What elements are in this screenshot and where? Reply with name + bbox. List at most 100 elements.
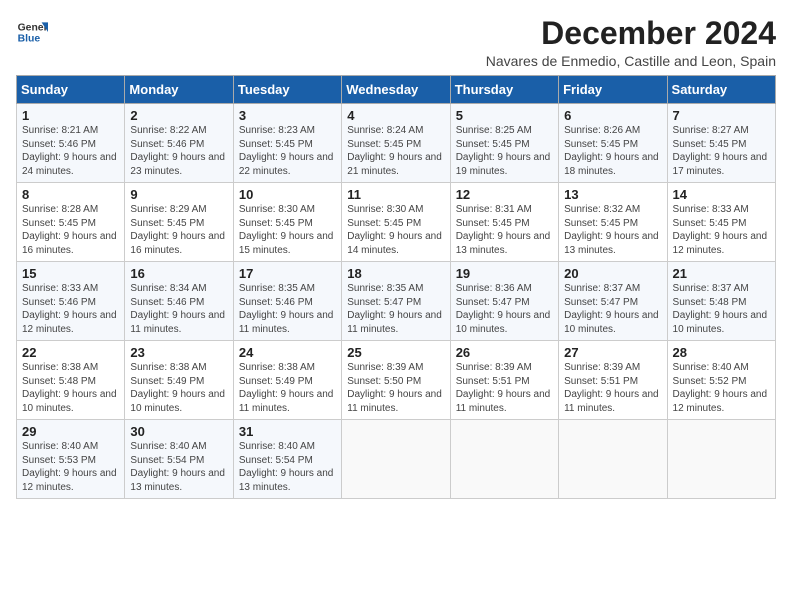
day-cell-10: 10Sunrise: 8:30 AMSunset: 5:45 PMDayligh…: [233, 183, 341, 262]
day-info: Sunrise: 8:35 AMSunset: 5:46 PMDaylight:…: [239, 282, 336, 336]
empty-cell: [342, 420, 450, 499]
svg-text:Blue: Blue: [18, 34, 41, 45]
day-info: Sunrise: 8:40 AMSunset: 5:53 PMDaylight:…: [22, 440, 119, 494]
table-row: 29Sunrise: 8:40 AMSunset: 5:53 PMDayligh…: [17, 420, 776, 499]
day-number: 22: [22, 345, 119, 360]
empty-cell: [559, 420, 667, 499]
page-header: General Blue December 2024 Navares de En…: [16, 16, 776, 69]
day-cell-6: 6Sunrise: 8:26 AMSunset: 5:45 PMDaylight…: [559, 104, 667, 183]
logo: General Blue: [16, 16, 48, 48]
day-info: Sunrise: 8:30 AMSunset: 5:45 PMDaylight:…: [239, 203, 336, 257]
table-row: 1Sunrise: 8:21 AMSunset: 5:46 PMDaylight…: [17, 104, 776, 183]
day-info: Sunrise: 8:38 AMSunset: 5:49 PMDaylight:…: [239, 361, 336, 415]
day-cell-4: 4Sunrise: 8:24 AMSunset: 5:45 PMDaylight…: [342, 104, 450, 183]
day-cell-28: 28Sunrise: 8:40 AMSunset: 5:52 PMDayligh…: [667, 341, 775, 420]
day-cell-8: 8Sunrise: 8:28 AMSunset: 5:45 PMDaylight…: [17, 183, 125, 262]
empty-cell: [450, 420, 558, 499]
day-cell-7: 7Sunrise: 8:27 AMSunset: 5:45 PMDaylight…: [667, 104, 775, 183]
day-cell-31: 31Sunrise: 8:40 AMSunset: 5:54 PMDayligh…: [233, 420, 341, 499]
day-info: Sunrise: 8:40 AMSunset: 5:52 PMDaylight:…: [673, 361, 770, 415]
day-cell-18: 18Sunrise: 8:35 AMSunset: 5:47 PMDayligh…: [342, 262, 450, 341]
day-info: Sunrise: 8:37 AMSunset: 5:48 PMDaylight:…: [673, 282, 770, 336]
day-number: 15: [22, 266, 119, 281]
day-cell-15: 15Sunrise: 8:33 AMSunset: 5:46 PMDayligh…: [17, 262, 125, 341]
day-info: Sunrise: 8:34 AMSunset: 5:46 PMDaylight:…: [130, 282, 227, 336]
day-cell-26: 26Sunrise: 8:39 AMSunset: 5:51 PMDayligh…: [450, 341, 558, 420]
day-cell-5: 5Sunrise: 8:25 AMSunset: 5:45 PMDaylight…: [450, 104, 558, 183]
day-info: Sunrise: 8:39 AMSunset: 5:50 PMDaylight:…: [347, 361, 444, 415]
day-cell-27: 27Sunrise: 8:39 AMSunset: 5:51 PMDayligh…: [559, 341, 667, 420]
col-sunday: Sunday: [17, 76, 125, 104]
day-number: 31: [239, 424, 336, 439]
day-cell-25: 25Sunrise: 8:39 AMSunset: 5:50 PMDayligh…: [342, 341, 450, 420]
day-cell-12: 12Sunrise: 8:31 AMSunset: 5:45 PMDayligh…: [450, 183, 558, 262]
day-info: Sunrise: 8:32 AMSunset: 5:45 PMDaylight:…: [564, 203, 661, 257]
day-number: 2: [130, 108, 227, 123]
day-cell-20: 20Sunrise: 8:37 AMSunset: 5:47 PMDayligh…: [559, 262, 667, 341]
day-number: 20: [564, 266, 661, 281]
day-number: 11: [347, 187, 444, 202]
day-info: Sunrise: 8:40 AMSunset: 5:54 PMDaylight:…: [239, 440, 336, 494]
day-info: Sunrise: 8:37 AMSunset: 5:47 PMDaylight:…: [564, 282, 661, 336]
title-block: December 2024 Navares de Enmedio, Castil…: [486, 16, 776, 69]
table-row: 8Sunrise: 8:28 AMSunset: 5:45 PMDaylight…: [17, 183, 776, 262]
day-cell-11: 11Sunrise: 8:30 AMSunset: 5:45 PMDayligh…: [342, 183, 450, 262]
day-info: Sunrise: 8:30 AMSunset: 5:45 PMDaylight:…: [347, 203, 444, 257]
table-row: 22Sunrise: 8:38 AMSunset: 5:48 PMDayligh…: [17, 341, 776, 420]
col-thursday: Thursday: [450, 76, 558, 104]
day-info: Sunrise: 8:31 AMSunset: 5:45 PMDaylight:…: [456, 203, 553, 257]
day-info: Sunrise: 8:23 AMSunset: 5:45 PMDaylight:…: [239, 124, 336, 178]
day-info: Sunrise: 8:35 AMSunset: 5:47 PMDaylight:…: [347, 282, 444, 336]
day-info: Sunrise: 8:33 AMSunset: 5:46 PMDaylight:…: [22, 282, 119, 336]
day-cell-17: 17Sunrise: 8:35 AMSunset: 5:46 PMDayligh…: [233, 262, 341, 341]
day-cell-30: 30Sunrise: 8:40 AMSunset: 5:54 PMDayligh…: [125, 420, 233, 499]
day-info: Sunrise: 8:36 AMSunset: 5:47 PMDaylight:…: [456, 282, 553, 336]
day-number: 19: [456, 266, 553, 281]
day-info: Sunrise: 8:38 AMSunset: 5:48 PMDaylight:…: [22, 361, 119, 415]
day-info: Sunrise: 8:21 AMSunset: 5:46 PMDaylight:…: [22, 124, 119, 178]
day-number: 14: [673, 187, 770, 202]
day-info: Sunrise: 8:25 AMSunset: 5:45 PMDaylight:…: [456, 124, 553, 178]
day-number: 10: [239, 187, 336, 202]
day-info: Sunrise: 8:27 AMSunset: 5:45 PMDaylight:…: [673, 124, 770, 178]
day-info: Sunrise: 8:26 AMSunset: 5:45 PMDaylight:…: [564, 124, 661, 178]
day-cell-19: 19Sunrise: 8:36 AMSunset: 5:47 PMDayligh…: [450, 262, 558, 341]
col-tuesday: Tuesday: [233, 76, 341, 104]
day-number: 27: [564, 345, 661, 360]
day-info: Sunrise: 8:40 AMSunset: 5:54 PMDaylight:…: [130, 440, 227, 494]
day-number: 8: [22, 187, 119, 202]
day-number: 6: [564, 108, 661, 123]
day-number: 1: [22, 108, 119, 123]
day-number: 21: [673, 266, 770, 281]
day-info: Sunrise: 8:24 AMSunset: 5:45 PMDaylight:…: [347, 124, 444, 178]
calendar-table: Sunday Monday Tuesday Wednesday Thursday…: [16, 75, 776, 499]
day-cell-21: 21Sunrise: 8:37 AMSunset: 5:48 PMDayligh…: [667, 262, 775, 341]
day-number: 12: [456, 187, 553, 202]
day-number: 5: [456, 108, 553, 123]
day-number: 24: [239, 345, 336, 360]
day-cell-9: 9Sunrise: 8:29 AMSunset: 5:45 PMDaylight…: [125, 183, 233, 262]
location-title: Navares de Enmedio, Castille and Leon, S…: [486, 53, 776, 69]
day-info: Sunrise: 8:39 AMSunset: 5:51 PMDaylight:…: [456, 361, 553, 415]
month-title: December 2024: [486, 16, 776, 51]
day-number: 17: [239, 266, 336, 281]
col-saturday: Saturday: [667, 76, 775, 104]
day-cell-16: 16Sunrise: 8:34 AMSunset: 5:46 PMDayligh…: [125, 262, 233, 341]
day-info: Sunrise: 8:29 AMSunset: 5:45 PMDaylight:…: [130, 203, 227, 257]
col-wednesday: Wednesday: [342, 76, 450, 104]
day-number: 28: [673, 345, 770, 360]
day-cell-2: 2Sunrise: 8:22 AMSunset: 5:46 PMDaylight…: [125, 104, 233, 183]
day-info: Sunrise: 8:39 AMSunset: 5:51 PMDaylight:…: [564, 361, 661, 415]
col-friday: Friday: [559, 76, 667, 104]
day-number: 13: [564, 187, 661, 202]
logo-icon: General Blue: [16, 16, 48, 48]
day-info: Sunrise: 8:28 AMSunset: 5:45 PMDaylight:…: [22, 203, 119, 257]
empty-cell: [667, 420, 775, 499]
day-info: Sunrise: 8:38 AMSunset: 5:49 PMDaylight:…: [130, 361, 227, 415]
day-number: 16: [130, 266, 227, 281]
day-number: 25: [347, 345, 444, 360]
day-number: 23: [130, 345, 227, 360]
day-cell-24: 24Sunrise: 8:38 AMSunset: 5:49 PMDayligh…: [233, 341, 341, 420]
col-monday: Monday: [125, 76, 233, 104]
day-cell-29: 29Sunrise: 8:40 AMSunset: 5:53 PMDayligh…: [17, 420, 125, 499]
